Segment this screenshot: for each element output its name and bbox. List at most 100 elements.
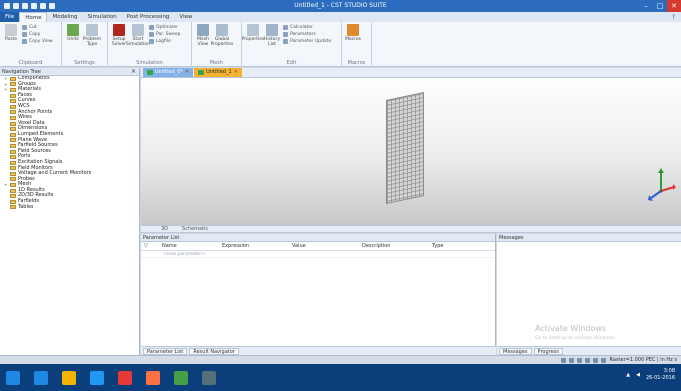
tab-messages[interactable]: Messages [499,347,532,355]
problem-type-icon [86,24,98,36]
folder-icon [10,166,16,171]
setup-solver-label: Setup Solver [111,37,127,47]
clipboard-group: Paste Cut Copy Copy View Clipboard [0,22,62,67]
copy-view-icon [22,39,27,44]
tab-progress[interactable]: Progress [533,347,563,355]
parameter-list-header: Parameter List [141,234,495,242]
network-icon[interactable]: ▲ [626,372,630,378]
folder-icon [10,205,16,210]
expand-icon[interactable]: + [4,87,8,93]
chrome-icon[interactable] [118,370,132,385]
folder-icon [10,82,16,87]
global-properties-button[interactable]: Global Properties [211,24,233,47]
rotate-icon[interactable] [576,357,582,363]
tab-schematic[interactable]: Schematic [182,226,208,232]
doc-tab-untitled-1[interactable]: Untitled_1 ✕ [194,68,242,77]
history-list-button[interactable]: History List [264,24,280,47]
clock[interactable]: 3:08 26-01-2016 [646,368,675,382]
copy-button[interactable]: Copy [22,32,53,37]
edge-icon[interactable] [90,370,104,385]
help-icon[interactable]: ? [672,14,675,21]
par-sweep-button[interactable]: Par. Sweep [149,32,181,37]
folder-icon [10,199,16,204]
task-view-icon[interactable] [34,370,48,385]
view-switch-strip: 3D Schematic [141,225,681,233]
logfile-label: Logfile [156,39,171,44]
problem-type-button[interactable]: Problem Type [82,24,102,47]
ribbon: Paste Cut Copy Copy View Clipboard Units [0,22,681,67]
mesh-view-button[interactable]: Mesh View [195,24,211,47]
tab-simulation[interactable]: Simulation [83,12,122,22]
column-value[interactable]: Value [289,242,359,250]
column-description[interactable]: Description [359,242,429,250]
macros-button[interactable]: Macros [345,24,361,42]
tree-item[interactable]: Tables [0,204,139,211]
activate-windows-subtext: Go to Settings to activate Windows. [535,336,616,341]
expand-icon[interactable]: + [4,182,8,188]
maximize-button[interactable]: □ [653,0,667,12]
properties-icon [247,24,259,36]
folder-icon [10,149,16,154]
folder-icon [10,155,16,160]
par-sweep-icon [149,32,154,37]
units-button[interactable]: Units [65,24,81,47]
pan-icon[interactable] [584,357,590,363]
messages-pane: Messages Activate Windows Go to Settings… [497,234,681,355]
tree-list: + Components + Groups + Materials Faces Curves W… [0,75,139,211]
close-tab-icon[interactable]: ✕ [185,68,189,77]
3d-viewport[interactable] [141,78,681,225]
properties-button[interactable]: Properties [242,24,264,47]
folder-icon [10,138,16,143]
problem-type-label: Problem Type [82,37,102,47]
paste-button[interactable]: Paste [3,24,19,44]
parameters-icon [283,32,288,37]
tab-file[interactable]: File [0,12,20,22]
doc-tab-untitled-0[interactable]: Untitled_0* ✕ [143,68,194,77]
fit-view-icon[interactable] [560,357,566,363]
cut-button[interactable]: Cut [22,25,53,30]
media-icon[interactable] [146,370,160,385]
paste-icon [5,24,17,36]
tab-result-navigator[interactable]: Result Navigator [189,347,239,355]
start-simulation-button[interactable]: Start Simulation [126,24,150,47]
tab-3d[interactable]: 3D [161,226,168,232]
calculator-button[interactable]: Calculator [283,25,331,30]
folder-icon [10,160,16,165]
planar-mesh-object[interactable] [386,91,424,205]
navigation-tree-header: Navigation Tree × [0,68,139,76]
calculator-icon [283,25,288,30]
close-tab-icon[interactable]: ✕ [234,68,238,77]
logfile-button[interactable]: Logfile [149,39,181,44]
cut-icon [22,25,27,30]
parameter-update-button[interactable]: Parameter Update [283,39,331,44]
minimize-button[interactable]: – [639,0,653,12]
copy-view-button[interactable]: Copy View [22,39,53,44]
folder-icon [10,183,16,188]
photos-icon[interactable] [202,370,216,385]
ribbon-tabs: File Home Modeling Simulation Post Proce… [0,12,681,22]
setup-solver-button[interactable]: Setup Solver [111,24,127,47]
filter-icon[interactable]: ▽ [141,242,159,250]
tab-modeling[interactable]: Modeling [47,12,82,22]
new-parameter-row[interactable]: <new parameter> [141,251,495,258]
folder-icon [10,194,16,199]
tab-post-processing[interactable]: Post Processing [122,12,175,22]
close-button[interactable]: ✕ [667,0,681,12]
wireframe-icon[interactable] [592,357,598,363]
folder-icon [10,76,16,81]
zoom-icon[interactable] [568,357,574,363]
volume-icon[interactable]: ◀ [636,372,640,378]
optimizer-button[interactable]: Optimizer [149,25,181,30]
parameters-button[interactable]: Parameters [283,32,331,37]
transparency-icon[interactable] [600,357,606,363]
file-explorer-icon[interactable] [62,370,76,385]
close-pane-icon[interactable]: × [131,68,136,76]
cst-app-icon[interactable] [174,370,188,385]
tab-view[interactable]: View [174,12,197,22]
column-type[interactable]: Type [429,242,479,250]
tab-parameter-list[interactable]: Parameter List [143,347,188,355]
column-expression[interactable]: Expression [219,242,289,250]
column-name[interactable]: Name [159,242,219,250]
tab-home[interactable]: Home [19,12,48,22]
windows-start-icon[interactable] [6,370,20,385]
